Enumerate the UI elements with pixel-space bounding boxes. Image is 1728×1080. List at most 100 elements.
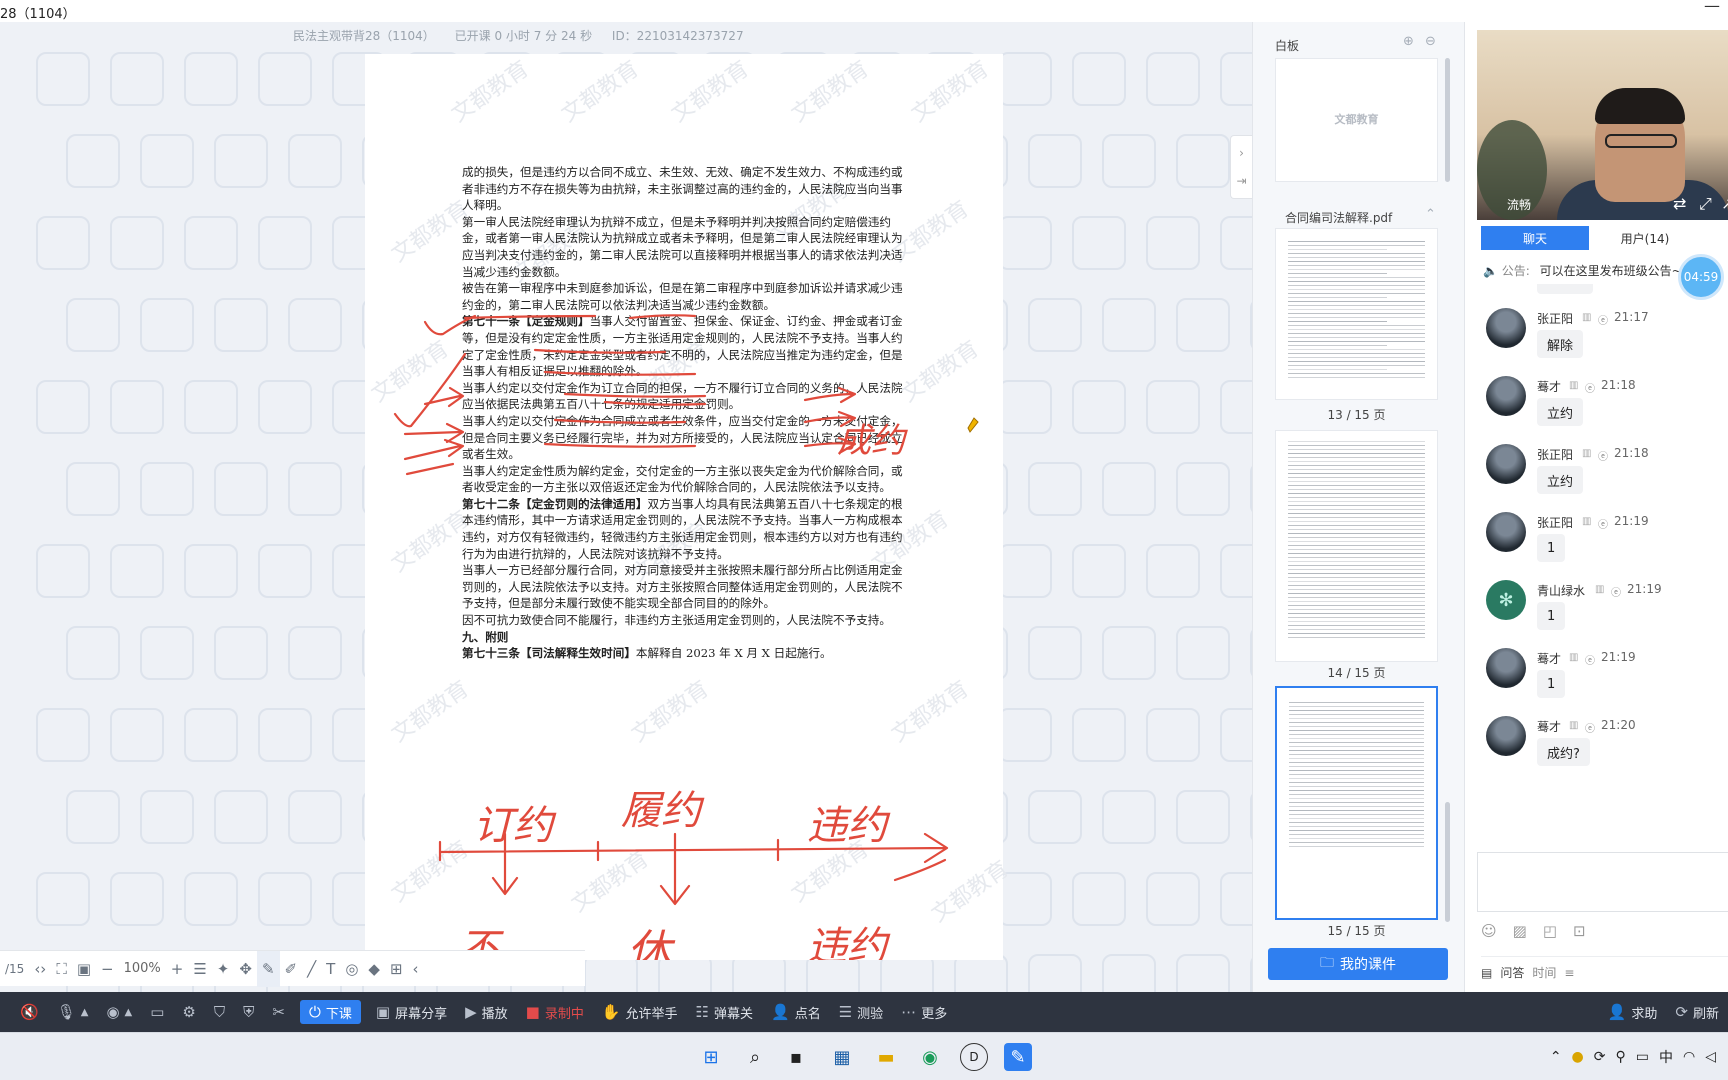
avatar[interactable] bbox=[1486, 648, 1526, 688]
page-nav-icon[interactable]: ‹› bbox=[29, 951, 51, 987]
thumbnail-text-line bbox=[1288, 613, 1425, 614]
platform-icon: ⓔ bbox=[1585, 656, 1595, 667]
edge-icon[interactable]: ◉ bbox=[916, 1043, 944, 1071]
line-tool-icon[interactable]: ╱ bbox=[302, 951, 321, 987]
store-icon[interactable]: ▦ bbox=[828, 1043, 856, 1071]
avatar[interactable] bbox=[1486, 376, 1526, 416]
fullscreen-icon[interactable]: ⤢ bbox=[1699, 194, 1712, 214]
avatar[interactable] bbox=[1486, 308, 1526, 348]
whiteboard-thumbnail[interactable]: 文都教育 bbox=[1275, 58, 1438, 182]
settings-button[interactable]: ⚙ bbox=[173, 992, 204, 1032]
image-icon[interactable]: ▨ bbox=[1513, 922, 1527, 940]
wifi-icon[interactable]: ◠ bbox=[1683, 1049, 1695, 1065]
emoji-icon[interactable]: ☺ bbox=[1481, 922, 1497, 940]
teacher-video[interactable]: 流畅 ⇄ ⤢ ↗ bbox=[1477, 30, 1728, 220]
zoom-out-button[interactable]: − bbox=[96, 951, 119, 987]
switch-camera-icon[interactable]: ⇄ bbox=[1673, 194, 1686, 213]
allow-hands-button[interactable]: ✋ 允许举手 bbox=[593, 992, 687, 1032]
thumbnail-text-line bbox=[1288, 301, 1425, 302]
text-tool-icon[interactable]: T bbox=[321, 951, 340, 987]
tray-network-icon[interactable]: ⚲ bbox=[1616, 1049, 1626, 1065]
page-thumbnail-14[interactable] bbox=[1275, 430, 1438, 662]
danmu-button[interactable]: ☷ 弹幕关 bbox=[687, 992, 762, 1032]
avatar[interactable]: ✻ bbox=[1486, 580, 1526, 620]
shield-button[interactable]: ⛉ bbox=[205, 992, 234, 1032]
tray-display-icon[interactable]: ▭ bbox=[1636, 1049, 1649, 1065]
side-panel-toggle[interactable]: › ⇥ bbox=[1230, 135, 1252, 199]
minimize-button[interactable]: — bbox=[1704, 0, 1720, 15]
expand-icon[interactable]: ↗ bbox=[1721, 194, 1728, 213]
whiteboard-scrollbar[interactable] bbox=[1445, 58, 1450, 182]
document-page[interactable]: 文都教育 文都教育 文都教育 文都教育 文都教育 文都教育 文都教育 文都教育 文都教育 文都教育… bbox=[365, 54, 1014, 960]
member-shield-button[interactable]: ⛨ bbox=[234, 992, 263, 1032]
avatar[interactable] bbox=[1486, 716, 1526, 756]
qa-row[interactable]: ▤ 问答 时间 ≡ bbox=[1481, 956, 1728, 982]
background-pattern-tile bbox=[998, 544, 1052, 598]
tray-app-icon[interactable]: ● bbox=[1572, 1049, 1584, 1065]
sort-icon[interactable]: ≡ bbox=[1564, 966, 1574, 980]
end-class-button[interactable]: ⏻ 下课 bbox=[299, 1000, 361, 1024]
scissors-button[interactable]: ✂ bbox=[263, 992, 294, 1032]
slides-scrollbar[interactable] bbox=[1445, 802, 1450, 922]
thumbnail-text-line bbox=[1288, 537, 1425, 538]
screenshot-icon[interactable]: ◰ bbox=[1543, 922, 1557, 940]
file-collapse-icon[interactable]: ⌃ bbox=[1425, 207, 1436, 222]
quiz-button[interactable]: ☰ 测验 bbox=[830, 992, 892, 1032]
recording-button[interactable]: ■ 录制中 bbox=[517, 992, 593, 1032]
announcement[interactable]: 🔈 公告: 可以在这里发布班级公告~ bbox=[1483, 262, 1682, 279]
task-view-icon[interactable]: ▪ bbox=[782, 1043, 810, 1071]
file-explorer-icon[interactable]: ▬ bbox=[872, 1043, 900, 1071]
thumbnail-text-line bbox=[1289, 770, 1424, 771]
eraser-icon[interactable]: ◆ bbox=[363, 951, 385, 987]
highlighter-icon[interactable]: ✐ bbox=[280, 951, 303, 987]
tab-chat[interactable]: 聊天 bbox=[1481, 226, 1589, 250]
speaker-mute-button[interactable]: 🔇 bbox=[0, 992, 48, 1032]
document-watermark: 文都教育 bbox=[367, 336, 454, 408]
folder-icon: 🗀 bbox=[1320, 955, 1334, 971]
start-icon[interactable]: ⊞ bbox=[697, 1043, 725, 1071]
microphone-button[interactable]: 🎙 ▲ bbox=[48, 992, 98, 1032]
shape-tool-icon[interactable]: ◎ bbox=[340, 951, 363, 987]
tab-users[interactable]: 用户(14) bbox=[1591, 226, 1699, 250]
avatar[interactable] bbox=[1486, 444, 1526, 484]
laser-pointer-icon[interactable]: ✦ bbox=[212, 951, 235, 987]
more-input-icon[interactable]: ⊡ bbox=[1573, 922, 1586, 940]
screen-share-button[interactable]: ▣ 屏幕分享 bbox=[367, 992, 456, 1032]
quiz-icon: ☰ bbox=[838, 1003, 853, 1021]
move-tool-icon[interactable]: ✥ bbox=[234, 951, 257, 987]
image-button[interactable]: ▭ bbox=[141, 992, 173, 1032]
help-button[interactable]: 👤 求助 bbox=[1599, 992, 1667, 1032]
page-thumbnail-13[interactable] bbox=[1275, 228, 1438, 400]
stamp-icon[interactable]: ⊞ bbox=[385, 951, 408, 987]
ime-indicator[interactable]: 中 bbox=[1659, 1047, 1673, 1067]
tray-chevron-icon[interactable]: ⌃ bbox=[1550, 1049, 1562, 1065]
more-button[interactable]: ⋯ 更多 bbox=[892, 992, 956, 1032]
qa-icon: ▤ bbox=[1481, 965, 1493, 980]
chat-input[interactable] bbox=[1477, 852, 1728, 912]
thumbnail-text-line bbox=[1289, 710, 1424, 711]
classroom-app-icon[interactable]: ✎ bbox=[1004, 1043, 1032, 1071]
fit-screen-icon[interactable]: ⛶ bbox=[51, 951, 72, 987]
whiteboard-collapse-icon[interactable]: ⊖ bbox=[1425, 34, 1436, 49]
avatar[interactable] bbox=[1486, 512, 1526, 552]
countdown-timer[interactable]: 04:59 bbox=[1678, 254, 1724, 300]
add-whiteboard-icon[interactable]: ⊕ bbox=[1403, 34, 1414, 49]
zoom-in-button[interactable]: + bbox=[166, 951, 189, 987]
clear-notes-icon[interactable]: ☰ bbox=[188, 951, 211, 987]
search-icon[interactable]: ⌕ bbox=[741, 1043, 769, 1071]
volume-icon[interactable]: ◁ bbox=[1705, 1049, 1716, 1065]
collapse-toolbar-icon[interactable]: ‹ bbox=[408, 951, 424, 987]
dell-icon[interactable]: D bbox=[960, 1043, 988, 1071]
tray-sync-icon[interactable]: ⟳ bbox=[1594, 1049, 1606, 1065]
fit-page-icon[interactable]: ▣ bbox=[72, 951, 96, 987]
my-course-button[interactable]: 🗀 我的课件 bbox=[1268, 948, 1448, 980]
play-button[interactable]: ▶ 播放 bbox=[456, 992, 517, 1032]
background-pattern-tile bbox=[184, 544, 238, 598]
page-thumbnail-15[interactable] bbox=[1275, 686, 1438, 920]
pen-tool-icon[interactable]: ✎ bbox=[256, 950, 280, 987]
roll-call-button[interactable]: 👤 点名 bbox=[762, 992, 830, 1032]
person-icon: 👤 bbox=[771, 1003, 790, 1021]
camera-button[interactable]: ◉ ▲ bbox=[97, 992, 141, 1032]
refresh-button[interactable]: ⟳ 刷新 bbox=[1666, 992, 1728, 1032]
thumbnail-text-line bbox=[1288, 625, 1425, 626]
